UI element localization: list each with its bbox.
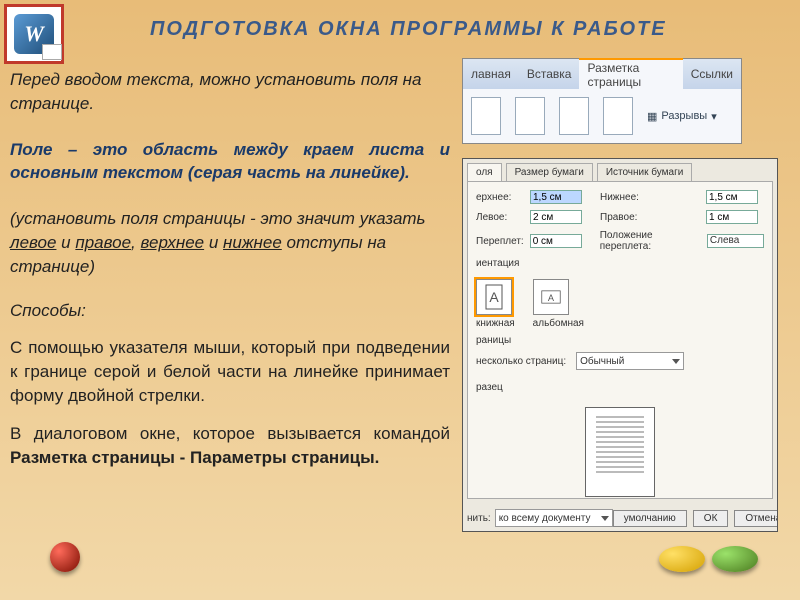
page-setup-dialog: оля Размер бумаги Источник бумаги ерхнее… <box>462 158 778 532</box>
ribbon-tab-refs: Ссылки <box>683 59 741 89</box>
lbl-gutter: Переплет: <box>476 236 524 247</box>
ribbon-tab-insert: Вставка <box>519 59 580 89</box>
orientation-section: иентация <box>476 258 764 269</box>
ribbon-breaks: ▦Разрывы▾ <box>647 110 717 123</box>
lbl-right: Правое: <box>600 212 700 223</box>
nav-next-button[interactable] <box>712 546 758 572</box>
ok-button: ОК <box>693 510 729 527</box>
nav-prev-button[interactable] <box>659 546 705 572</box>
lbl-left: Левое: <box>476 212 524 223</box>
lbl-pages: несколько страниц: <box>476 356 566 367</box>
input-gutter <box>530 234 582 248</box>
ribbon-tab-home: лавная <box>463 59 519 89</box>
orient-landscape: A альбомная <box>533 279 584 329</box>
default-button: умолчанию <box>613 510 687 527</box>
input-right <box>706 210 758 224</box>
lbl-bottom: Нижнее: <box>600 192 700 203</box>
intro-text: Перед вводом текста, можно установить по… <box>10 68 450 116</box>
chevron-down-icon <box>672 359 680 364</box>
ribbon-size-icon <box>559 97 589 135</box>
ribbon-margins-icon <box>471 97 501 135</box>
ribbon-body: ▦Разрывы▾ <box>463 89 741 143</box>
page-title: ПОДГОТОВКА ОКНА ПРОГРАММЫ К РАБОТЕ <box>150 18 667 41</box>
ribbon-orientation-icon <box>515 97 545 135</box>
input-left <box>530 210 582 224</box>
preview-page <box>585 407 655 497</box>
dlg-tab-paper: Размер бумаги <box>506 163 593 181</box>
definition-text: Поле – это область между краем листа и о… <box>10 138 450 186</box>
sel-apply: ко всему документу <box>495 509 613 527</box>
word-app-icon: W <box>4 4 64 64</box>
lbl-top: ерхнее: <box>476 192 524 203</box>
lbl-apply: нить: <box>467 513 491 524</box>
ribbon-tab-layout: Разметка страницы <box>579 58 682 90</box>
cancel-button: Отмена <box>734 510 778 527</box>
preview <box>476 407 764 497</box>
chevron-down-icon <box>601 516 609 521</box>
orient-portrait: A книжная <box>476 279 515 329</box>
landscape-icon: A <box>533 279 569 315</box>
word-icon-letter: W <box>14 14 54 54</box>
sel-pages: Обычный <box>576 352 684 370</box>
ways-label: Способы: <box>10 299 450 323</box>
way-1: С помощью указателя мыши, который при по… <box>10 336 450 407</box>
preview-section: разец <box>476 382 764 393</box>
ribbon-columns-icon <box>603 97 633 135</box>
way-2: В диалоговом окне, которое вызывается ко… <box>10 422 450 470</box>
nav-back-button[interactable] <box>50 542 80 572</box>
dlg-tab-source: Источник бумаги <box>597 163 693 181</box>
content-text: Перед вводом текста, можно установить по… <box>10 68 450 483</box>
sel-gutterpos: Слева <box>707 234 764 248</box>
pages-section: раницы <box>476 335 764 346</box>
lbl-gutterpos: Положение переплета: <box>600 230 701 252</box>
input-bottom <box>706 190 758 204</box>
input-top <box>530 190 582 204</box>
portrait-icon: A <box>476 279 512 315</box>
svg-text:A: A <box>548 293 555 303</box>
dlg-tab-margins: оля <box>467 163 502 181</box>
ribbon-screenshot: лавная Вставка Разметка страницы Ссылки … <box>462 58 742 144</box>
explain-text: (установить поля страницы - это значит у… <box>10 207 450 278</box>
ribbon-tabs: лавная Вставка Разметка страницы Ссылки <box>463 59 741 89</box>
svg-text:A: A <box>489 289 499 305</box>
